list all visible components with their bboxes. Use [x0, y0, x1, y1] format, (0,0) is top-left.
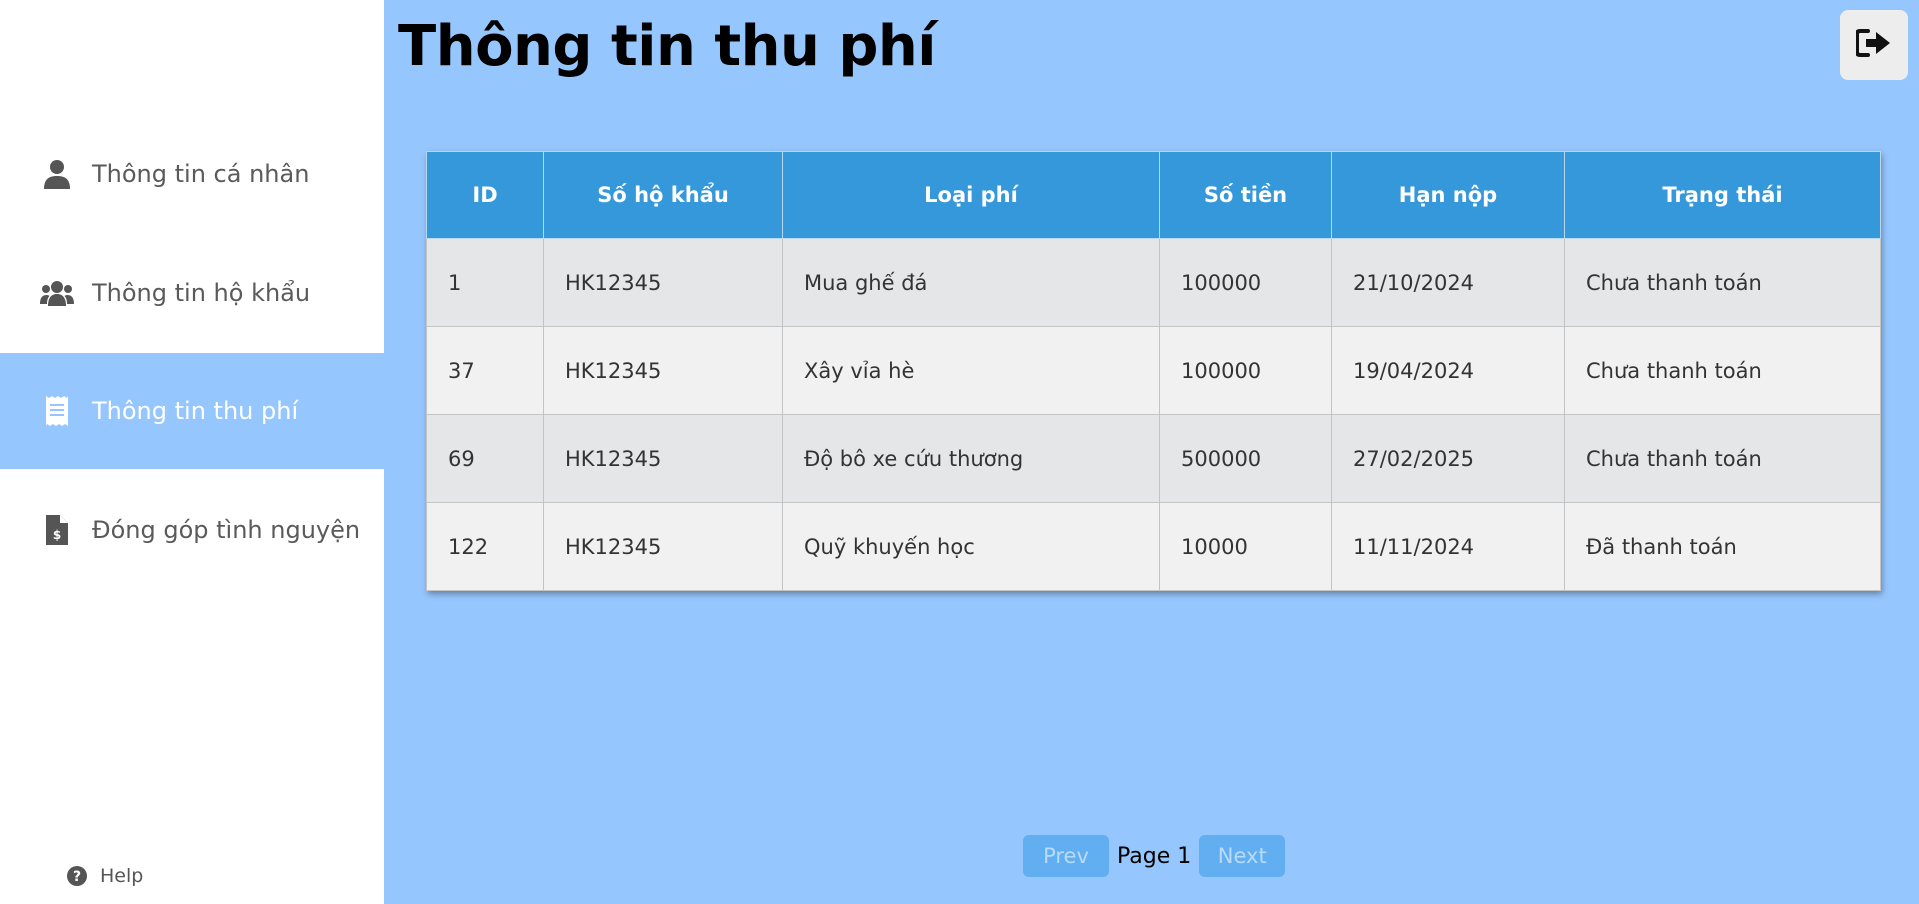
column-header-due-date[interactable]: Hạn nộp — [1331, 151, 1565, 239]
sidebar-item-fee-info[interactable]: Thông tin thu phí — [0, 353, 384, 469]
table-row[interactable]: 37 HK12345 Xây vỉa hè 100000 19/04/2024 … — [426, 326, 1881, 415]
sidebar-item-personal-info[interactable]: Thông tin cá nhân — [0, 116, 384, 232]
sidebar-item-label: Thông tin hộ khẩu — [92, 279, 311, 307]
table-row[interactable]: 122 HK12345 Quỹ khuyến học 10000 11/11/2… — [426, 502, 1881, 591]
users-icon — [40, 276, 74, 310]
cell-id: 122 — [426, 502, 544, 591]
receipt-icon — [40, 394, 74, 428]
cell-amount: 100000 — [1159, 326, 1332, 415]
pagination: Prev Page 1 Next — [1023, 835, 1286, 877]
cell-status: Chưa thanh toán — [1564, 326, 1881, 415]
table-row[interactable]: 69 HK12345 Độ bô xe cứu thương 500000 27… — [426, 414, 1881, 503]
cell-status: Chưa thanh toán — [1564, 238, 1881, 327]
column-header-id[interactable]: ID — [426, 151, 544, 239]
cell-id: 37 — [426, 326, 544, 415]
cell-household-number: HK12345 — [543, 502, 783, 591]
invoice-dollar-icon: $ — [40, 513, 74, 547]
svg-text:$: $ — [53, 528, 61, 542]
sidebar-item-voluntary-contribution[interactable]: $ Đóng góp tình nguyện — [0, 472, 384, 588]
page-indicator: Page 1 — [1117, 843, 1192, 869]
cell-fee-type: Độ bô xe cứu thương — [782, 414, 1160, 503]
table-header-row: ID Số hộ khẩu Loại phí Số tiền Hạn nộp T… — [426, 151, 1881, 239]
sidebar: Thông tin cá nhân Thông tin hộ khẩu Thôn… — [0, 0, 384, 904]
cell-status: Đã thanh toán — [1564, 502, 1881, 591]
column-header-amount[interactable]: Số tiền — [1159, 151, 1332, 239]
sidebar-item-household-info[interactable]: Thông tin hộ khẩu — [0, 235, 384, 351]
cell-id: 1 — [426, 238, 544, 327]
sidebar-item-label: Đóng góp tình nguyện — [92, 516, 361, 544]
page-title: Thông tin thu phí — [398, 14, 936, 79]
sidebar-item-label: Thông tin thu phí — [92, 397, 299, 425]
cell-household-number: HK12345 — [543, 238, 783, 327]
prev-button[interactable]: Prev — [1023, 835, 1109, 877]
table-row[interactable]: 1 HK12345 Mua ghế đá 100000 21/10/2024 C… — [426, 238, 1881, 327]
help-label: Help — [100, 865, 144, 887]
cell-amount: 100000 — [1159, 238, 1332, 327]
column-header-status[interactable]: Trạng thái — [1564, 151, 1881, 239]
cell-fee-type: Quỹ khuyến học — [782, 502, 1160, 591]
cell-amount: 500000 — [1159, 414, 1332, 503]
question-circle-icon: ? — [66, 865, 88, 887]
cell-id: 69 — [426, 414, 544, 503]
help-link[interactable]: ? Help — [66, 865, 143, 887]
cell-fee-type: Xây vỉa hè — [782, 326, 1160, 415]
sign-out-icon — [1855, 28, 1892, 62]
cell-due-date: 27/02/2025 — [1331, 414, 1565, 503]
next-button[interactable]: Next — [1199, 835, 1286, 877]
column-header-fee-type[interactable]: Loại phí — [782, 151, 1160, 239]
cell-due-date: 21/10/2024 — [1331, 238, 1565, 327]
sidebar-item-label: Thông tin cá nhân — [92, 160, 310, 188]
cell-household-number: HK12345 — [543, 414, 783, 503]
fee-table-container: ID Số hộ khẩu Loại phí Số tiền Hạn nộp T… — [426, 151, 1881, 591]
user-icon — [40, 157, 74, 191]
logout-button[interactable] — [1840, 10, 1908, 80]
cell-fee-type: Mua ghế đá — [782, 238, 1160, 327]
svg-text:?: ? — [73, 869, 81, 885]
column-header-household-number[interactable]: Số hộ khẩu — [543, 151, 783, 239]
cell-due-date: 19/04/2024 — [1331, 326, 1565, 415]
cell-status: Chưa thanh toán — [1564, 414, 1881, 503]
cell-due-date: 11/11/2024 — [1331, 502, 1565, 591]
cell-amount: 10000 — [1159, 502, 1332, 591]
cell-household-number: HK12345 — [543, 326, 783, 415]
fee-table: ID Số hộ khẩu Loại phí Số tiền Hạn nộp T… — [426, 151, 1881, 591]
